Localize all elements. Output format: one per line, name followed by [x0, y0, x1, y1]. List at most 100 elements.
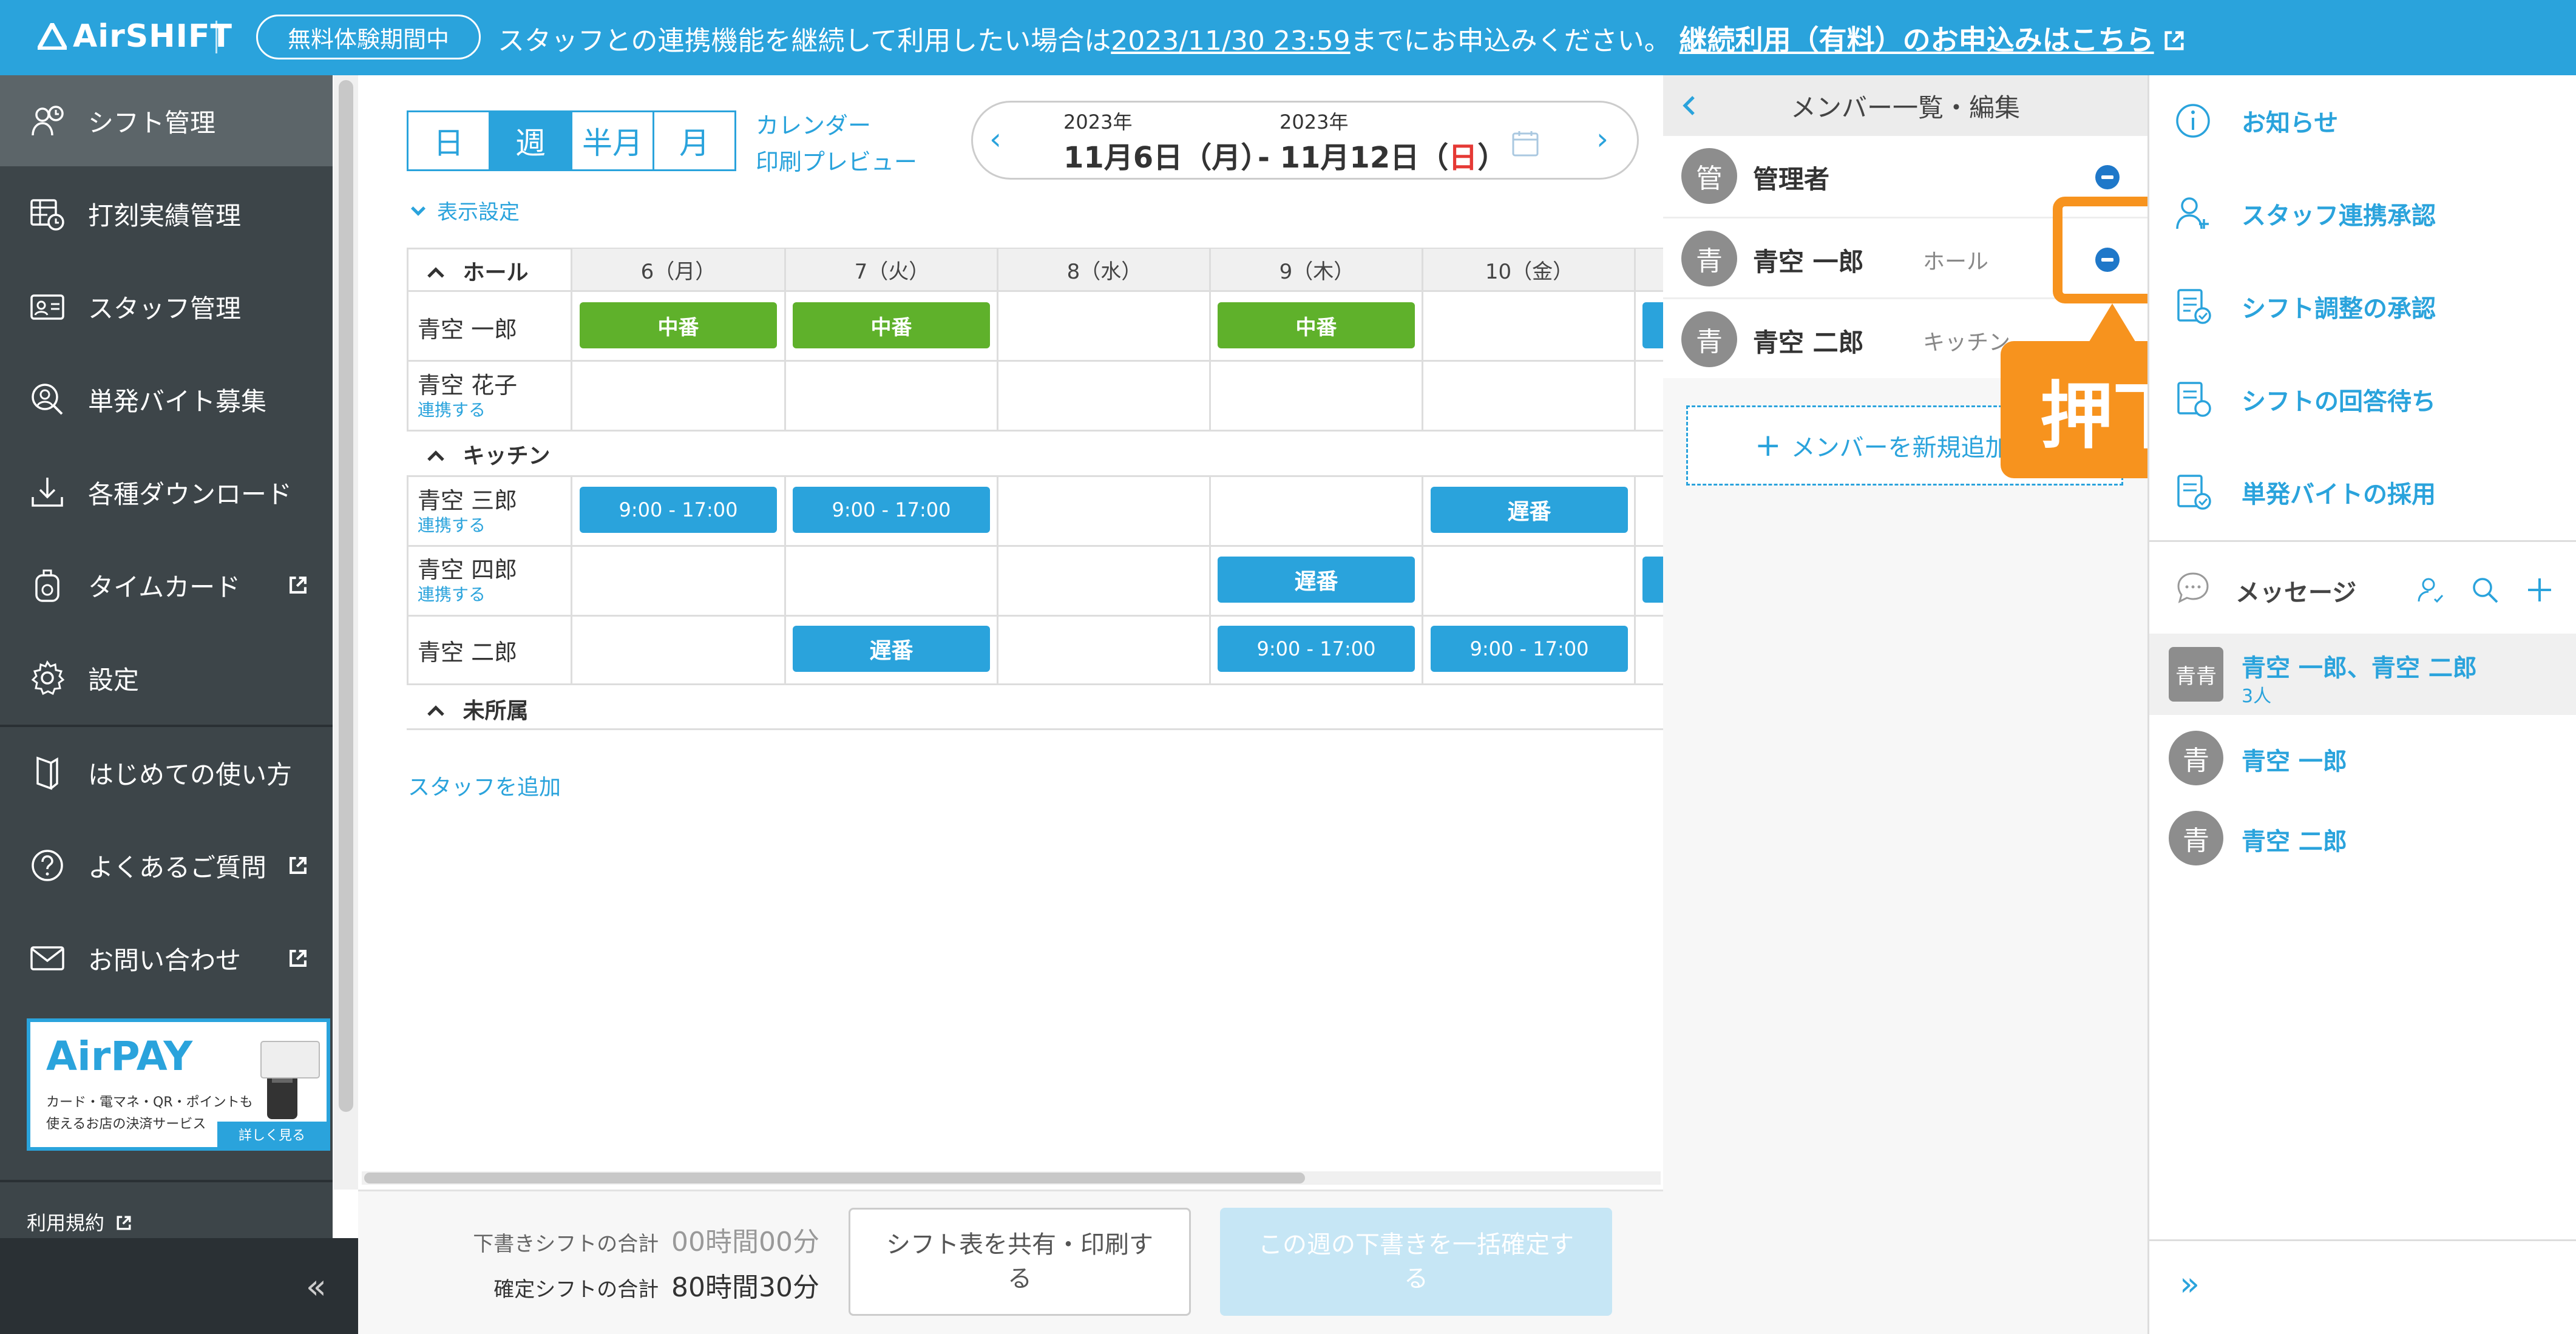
confirmed-total: 確定シフトの合計 80時間30分 — [461, 1265, 819, 1304]
shift-chip[interactable]: 中番 — [580, 302, 777, 348]
airshift-logo[interactable]: AirSHIFT — [38, 18, 232, 55]
share-print-button[interactable]: シフト表を共有・印刷す る — [849, 1208, 1191, 1316]
message-thread[interactable]: 青 青空 二郎 — [2149, 799, 2576, 878]
shift-chip[interactable]: 中番 — [1218, 302, 1415, 348]
nav-staff[interactable]: スタッフ管理 — [0, 261, 333, 352]
scrollbar-thumb[interactable] — [364, 1173, 1305, 1183]
day-header: 10（金） — [1423, 249, 1635, 290]
add-staff-link[interactable]: スタッフを追加 — [408, 770, 561, 801]
message-thread[interactable]: 青青 青空 一郎、青空 二郎 3人 — [2149, 634, 2576, 715]
view-halfmonth-button[interactable]: 半月 — [571, 110, 654, 171]
message-thread[interactable]: 青 青空 一郎 — [2149, 719, 2576, 797]
staff-name[interactable]: 青空 一郎 — [418, 311, 517, 344]
end-date-prefix: - 11月12日（ — [1258, 141, 1449, 175]
terms-link[interactable]: 利用規約 — [27, 1208, 132, 1236]
staff-name[interactable]: 青空 花子 — [418, 367, 517, 400]
grid-line — [407, 290, 1669, 292]
link-staff-link[interactable]: 連携する — [418, 512, 486, 537]
print-preview-link[interactable]: 印刷プレビュー — [756, 143, 917, 177]
nav-settings[interactable]: 設定 — [0, 632, 333, 723]
shift-adjust-approval-item[interactable]: シフト調整の承認 — [2149, 261, 2576, 352]
view-day-button[interactable]: 日 — [407, 110, 490, 171]
remove-member-button[interactable] — [2095, 165, 2120, 189]
nav-getting-started[interactable]: はじめての使い方 — [0, 727, 333, 818]
back-icon[interactable] — [1678, 93, 1702, 118]
section-unassigned-toggle[interactable]: 未所属 — [425, 693, 529, 725]
shift-chip[interactable]: 9:00 - 17:00 — [580, 487, 777, 533]
chat-icon — [2177, 572, 2209, 603]
draft-label: 下書きシフトの合計 — [473, 1232, 659, 1256]
avatar: 青 — [2169, 731, 2223, 785]
nav-label: 単発バイト募集 — [88, 386, 267, 416]
timecard-icon — [35, 569, 59, 602]
nav-label: 打刻実績管理 — [88, 200, 242, 231]
avatar: 管 — [1681, 148, 1737, 204]
logo-text: AirSHIFT — [73, 18, 233, 55]
plus-icon[interactable] — [2526, 576, 2554, 604]
vertical-scrollbar[interactable] — [334, 75, 358, 1190]
nav-faq[interactable]: よくあるご質問 — [0, 820, 333, 911]
trial-badge: 無料体験期間中 — [256, 15, 481, 59]
avatar: 青 — [1681, 311, 1737, 367]
messages-title: メッセージ — [2235, 579, 2357, 607]
notice-item[interactable]: お知らせ — [2149, 75, 2576, 166]
collapse-icon: « — [305, 1267, 327, 1307]
notice-label: お知らせ — [2242, 109, 2339, 137]
prev-week-button[interactable]: ‹ — [989, 121, 1002, 157]
staff-name[interactable]: 青空 二郎 — [418, 634, 517, 667]
link-staff-link[interactable]: 連携する — [418, 581, 486, 606]
nav-recruit[interactable]: 単発バイト募集 — [0, 354, 333, 445]
external-link-icon — [2164, 31, 2184, 50]
grid-line — [1209, 248, 1211, 431]
bulk-confirm-button[interactable]: この週の下書きを一括確定す る — [1220, 1208, 1612, 1316]
grid-line — [784, 248, 786, 431]
mail-icon — [30, 946, 64, 970]
view-month-button[interactable]: 月 — [652, 110, 736, 171]
single-job-hiring-item[interactable]: 単発バイトの採用 — [2149, 447, 2576, 538]
section-kitchen-toggle[interactable]: キッチン — [425, 438, 551, 470]
shift-awaiting-answer-item[interactable]: シフトの回答待ち — [2149, 354, 2576, 445]
shift-chip[interactable]: 9:00 - 17:00 — [1431, 626, 1628, 672]
scrollbar-thumb[interactable] — [339, 80, 353, 1112]
horizontal-scrollbar[interactable] — [362, 1171, 1661, 1185]
expand-panel-button[interactable]: » — [2180, 1265, 2200, 1303]
airpay-banner[interactable]: AirPAY カード・電マネ・QR・ポイントも 使えるお店の決済サービス 詳しく… — [27, 1018, 330, 1151]
section-hall-toggle[interactable]: ホール — [425, 255, 529, 286]
calendar-link[interactable]: カレンダー — [756, 107, 871, 140]
timesheet-icon — [30, 199, 64, 231]
search-icon[interactable] — [2471, 576, 2499, 604]
nav-timesheet[interactable]: 打刻実績管理 — [0, 168, 333, 259]
grid-line — [571, 475, 572, 685]
grid-line — [407, 248, 408, 431]
member-panel-title: メンバー一覧・編集 — [1790, 92, 2020, 123]
download-icon — [32, 478, 63, 507]
display-settings-toggle[interactable]: 表示設定 — [408, 195, 520, 225]
calendar-icon[interactable] — [1511, 129, 1539, 157]
staff-name[interactable]: 青空 四郎 — [418, 551, 517, 584]
shift-chip[interactable]: 9:00 - 17:00 — [793, 487, 990, 533]
airpay-more-link[interactable]: 詳しく見る — [217, 1122, 327, 1147]
shift-chip[interactable]: 遅番 — [1218, 557, 1415, 603]
grid-line — [1422, 248, 1423, 431]
nav-shift-management[interactable]: シフト管理 — [0, 75, 333, 166]
shift-chip[interactable]: 9:00 - 17:00 — [1218, 626, 1415, 672]
user-filter-icon[interactable] — [2416, 576, 2444, 604]
shift-chip[interactable]: 中番 — [793, 302, 990, 348]
staff-card-icon — [30, 294, 64, 320]
link-staff-link[interactable]: 連携する — [418, 397, 486, 421]
nav-timecard[interactable]: タイムカード — [0, 540, 333, 631]
nav-downloads[interactable]: 各種ダウンロード — [0, 447, 333, 538]
shift-chip[interactable]: 遅番 — [1431, 487, 1628, 533]
document-hire-icon — [2177, 475, 2211, 510]
staff-name[interactable]: 青空 三郎 — [418, 482, 517, 515]
sidebar-collapse-button[interactable]: « — [0, 1238, 358, 1334]
nav-contact[interactable]: お問い合わせ — [0, 913, 333, 1004]
airpay-line-1: カード・電マネ・QR・ポイントも — [46, 1095, 253, 1110]
shift-chip[interactable]: 遅番 — [793, 626, 990, 672]
staff-link-approval-item[interactable]: スタッフ連携承認 — [2149, 168, 2576, 259]
continue-subscription-link[interactable]: 継続利用（有料）のお申込みはこちら — [1679, 24, 2154, 56]
next-week-button[interactable]: › — [1596, 121, 1608, 157]
trial-notice: スタッフとの連携機能を継続して利用したい場合は2023/11/30 23:59ま… — [498, 18, 2186, 58]
chevron-up-icon — [427, 705, 444, 716]
view-week-button[interactable]: 週 — [489, 110, 572, 171]
